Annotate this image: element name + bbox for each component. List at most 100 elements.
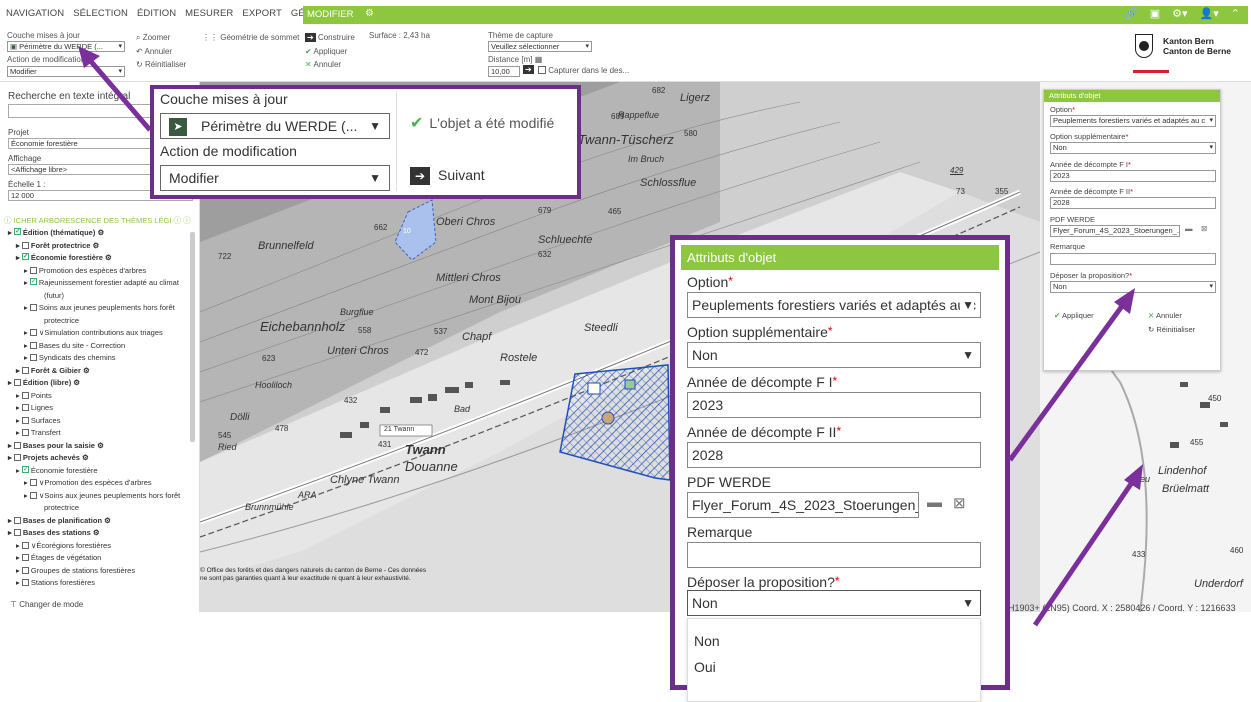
tree-item[interactable]: ▸ Lignes (16, 403, 53, 412)
sa-deposer-select[interactable]: Non ▾ (1050, 281, 1216, 293)
tree-item[interactable]: ▸ ∨Soins aux jeunes peuplements hors for… (24, 491, 180, 500)
tree-item[interactable]: ▸ Économie forestière ⚙ (16, 253, 112, 262)
settings-icon[interactable]: ⚙▾ (1172, 7, 1187, 20)
tree-item[interactable]: ▸ Économie forestière (16, 465, 98, 475)
tree-item[interactable]: ▸ Bases des stations ⚙ (8, 528, 100, 537)
sa-option-select[interactable]: Peuplements forestiers variés et adaptés… (1050, 115, 1216, 127)
station-label[interactable]: 21 Twann (384, 426, 414, 433)
ba-optsupp-select[interactable]: Non ▼ (687, 342, 981, 368)
tree-item[interactable]: ▸ Forêt & Gibier ⚙ (16, 366, 90, 375)
tree-item[interactable]: (futur) (44, 291, 64, 300)
tree-checkbox[interactable] (29, 354, 37, 361)
ba-pdf-input[interactable]: Flyer_Forum_4S_2023_Stoerungen_... (687, 492, 919, 518)
theme-select[interactable]: Veuillez sélectionner ▾ (488, 41, 592, 52)
ba-annee2-input[interactable]: 2028 (687, 442, 981, 468)
tree-checkbox[interactable] (21, 391, 29, 399)
zoomer-button[interactable]: ⌕ Zoomer (136, 33, 170, 43)
tree-item[interactable]: ▸ ∨Promotion des espèces d'arbres (24, 478, 152, 487)
distance-input[interactable]: 10,00 (488, 66, 520, 77)
sa-pdf-input[interactable]: Flyer_Forum_4S_2023_Stoerungen_... (1050, 225, 1180, 237)
folder-icon[interactable]: ▬ (927, 494, 942, 511)
tree-checkbox[interactable] (21, 416, 29, 424)
menu-edition[interactable]: ÉDITION (137, 8, 176, 19)
tree-item[interactable]: ▸ Étages de végétation (16, 553, 101, 562)
tree-checkbox[interactable] (13, 228, 21, 235)
change-mode-button[interactable]: ⊤ Changer de mode (10, 600, 83, 609)
tree-checkbox[interactable] (21, 579, 29, 586)
tab-settings-icon[interactable]: ⚙ (365, 8, 374, 19)
tree-checkbox[interactable] (13, 441, 21, 449)
tree-checkbox[interactable] (21, 541, 29, 549)
tree-item[interactable]: ▸ Transfert (16, 428, 61, 437)
tree-item[interactable]: ▸ ∨Simulation contributions aux triages (24, 328, 163, 337)
tree-checkbox[interactable] (21, 465, 29, 473)
annuler-edit-button[interactable]: ✕ Annuler (305, 60, 341, 69)
clear-file-icon[interactable]: ⊠ (1201, 224, 1207, 233)
geometrie-button[interactable]: ⋮⋮ Géométrie de sommet (202, 33, 299, 42)
tree-checkbox[interactable] (13, 529, 21, 536)
tree-item[interactable]: ▸ Soins aux jeunes peuplements hors forê… (24, 303, 175, 312)
callout-couche-select[interactable]: ➤ Périmètre du WERDE (... ▼ (160, 113, 390, 139)
dropdown-option-oui[interactable]: Oui (694, 659, 716, 675)
tree-checkbox[interactable] (21, 429, 29, 436)
tree-item[interactable]: ▸ Bases du site - Correction (24, 341, 125, 350)
tree-item[interactable]: ▸ Points (16, 391, 52, 400)
tree-checkbox[interactable] (13, 379, 21, 386)
suivant-button[interactable]: ➔ Suivant (410, 167, 485, 186)
tree-checkbox[interactable] (29, 304, 37, 311)
tree-checkbox[interactable] (29, 266, 37, 274)
tree-checkbox[interactable] (21, 566, 29, 574)
tree-item[interactable]: protectrice (44, 316, 79, 325)
tree-checkbox[interactable] (29, 341, 37, 349)
dropdown-option-non[interactable]: Non (694, 633, 720, 649)
sa-annuler-button[interactable]: ✕ Annuler (1148, 311, 1182, 320)
tree-item[interactable]: ▸ Surfaces (16, 416, 60, 425)
ba-remarque-input[interactable] (687, 542, 981, 568)
tree-item[interactable]: ▸ Rajeunissement forestier adapté au cli… (24, 278, 179, 287)
tree-item[interactable]: ▸ Bases de planification ⚙ (8, 516, 111, 525)
capturer-checkbox[interactable]: Capturer dans le des... (538, 66, 629, 75)
tree-checkbox[interactable] (29, 491, 37, 499)
tree-item[interactable]: protectrice (44, 503, 79, 512)
tree-item[interactable]: ▸ Groupes de stations forestières (16, 566, 135, 575)
calculator-icon[interactable]: ▦ (535, 55, 543, 64)
tree-item[interactable]: ▸ Stations forestières (16, 578, 95, 587)
tree-checkbox[interactable] (21, 366, 29, 374)
tree-item[interactable]: ▸ ∨Écorégions forestières (16, 541, 111, 550)
sa-annee1-input[interactable]: 2023 (1050, 170, 1216, 182)
tree-item[interactable]: ▸ Promotion des espèces d'arbres (24, 266, 146, 275)
tree-checkbox[interactable] (29, 278, 37, 285)
folder-icon[interactable]: ▬ (1185, 224, 1193, 233)
ba-option-select[interactable]: Peuplements forestiers variés et adaptés… (687, 292, 981, 318)
menu-navigation[interactable]: NAVIGATION (6, 8, 64, 19)
user-icon[interactable]: 👤▾ (1200, 7, 1219, 20)
clear-file-icon[interactable]: ⊠ (953, 494, 966, 512)
menu-mesurer[interactable]: MESURER (185, 8, 233, 19)
callout-action-select[interactable]: Modifier ▼ (160, 165, 390, 191)
sa-reinitialiser-button[interactable]: ↻ Réinitialiser (1148, 325, 1195, 334)
tree-checkbox[interactable] (29, 479, 37, 486)
panel-tabs[interactable]: ⓘ ICHER ARBORESCENCE DES THÈMES LÉGI ⓘ ⓘ (4, 215, 191, 226)
annuler-button[interactable]: ↶ Annuler (136, 47, 172, 56)
tree-item[interactable]: ▸ Édition (libre) ⚙ (8, 378, 80, 387)
tree-item[interactable]: ▸ Syndicats des chemins (24, 353, 116, 362)
action-select[interactable]: Modifier ▾ (7, 66, 125, 77)
link-icon[interactable]: 🔗 (1124, 7, 1138, 20)
tree-item[interactable]: ▸ Bases pour la saisie ⚙ (8, 441, 104, 450)
menu-export[interactable]: EXPORT (242, 8, 282, 19)
tree-checkbox[interactable] (13, 454, 21, 461)
reinitialiser-button[interactable]: ↻ Réinitialiser (136, 60, 186, 69)
tree-checkbox[interactable] (21, 253, 29, 260)
tree-item[interactable]: ▸ Édition (thématique) ⚙ (8, 228, 104, 237)
menu-selection[interactable]: SÉLECTION (73, 8, 128, 19)
ba-annee1-input[interactable]: 2023 (687, 392, 981, 418)
tree-item[interactable]: ▸ Forêt protectrice ⚙ (16, 241, 99, 250)
construire-button[interactable]: ➔ Construire (305, 33, 355, 42)
tree-checkbox[interactable] (29, 329, 37, 336)
save-icon[interactable]: ▣ (1150, 7, 1160, 20)
sa-remarque-input[interactable] (1050, 253, 1216, 265)
tree-checkbox[interactable] (21, 404, 29, 411)
sa-optsupp-select[interactable]: Non ▾ (1050, 142, 1216, 154)
sa-appliquer-button[interactable]: ✔ Appliquer (1054, 311, 1094, 320)
tree-item[interactable]: ▸ Projets achevés ⚙ (8, 453, 89, 462)
